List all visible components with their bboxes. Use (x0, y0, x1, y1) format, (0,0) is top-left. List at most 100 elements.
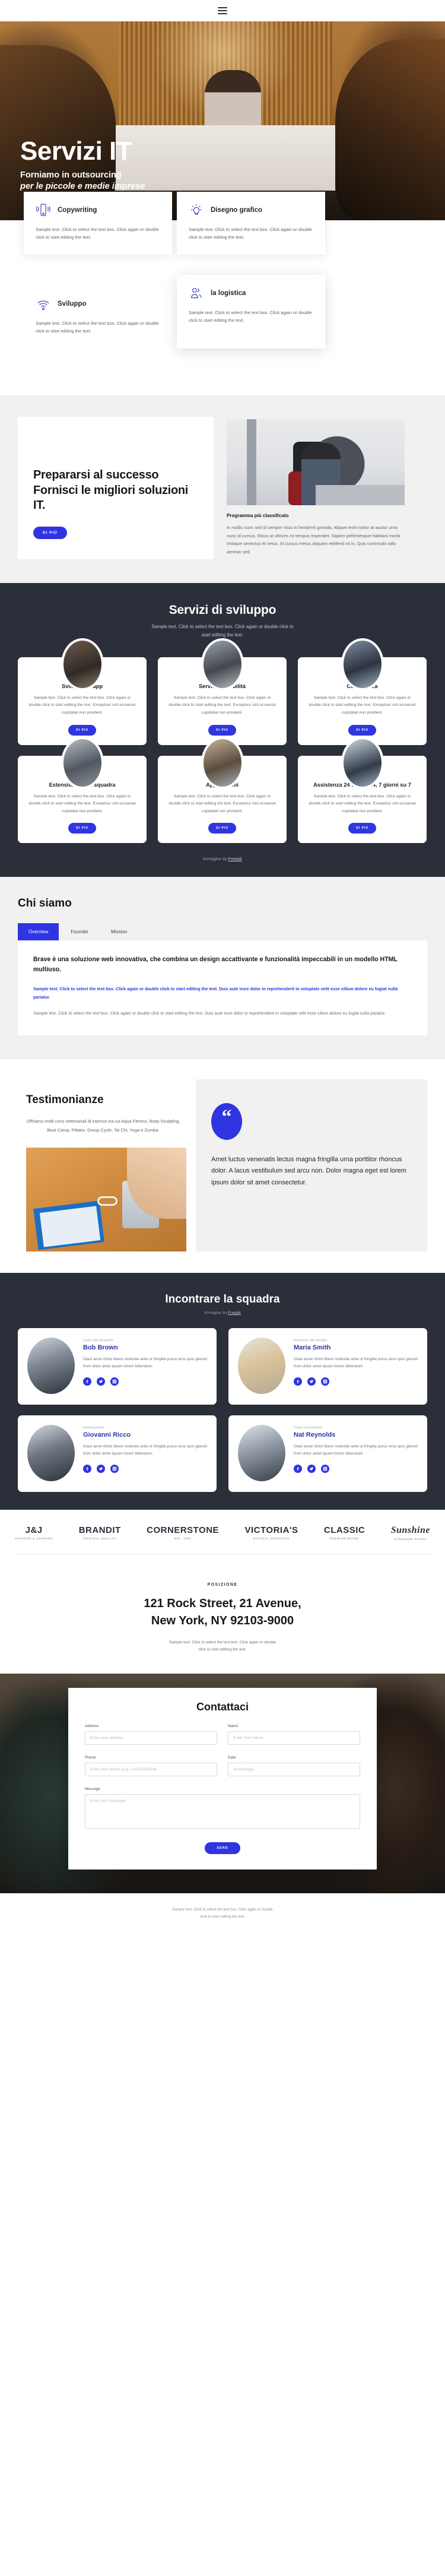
hero-subtitle-line2: per le piccole e medie imprese (20, 182, 145, 192)
instagram-icon[interactable] (321, 1464, 329, 1473)
prepare-image (227, 419, 405, 505)
contact-form-row: Phone Date (85, 1756, 360, 1777)
feature-card-title: Sviluppo (58, 300, 87, 308)
footer: Sample text. Click to select the text bo… (0, 1893, 445, 1936)
message-field[interactable] (85, 1794, 360, 1829)
contact-message-row: Message (85, 1787, 360, 1832)
navbar (0, 0, 445, 21)
people-group-icon (189, 286, 204, 301)
service-card[interactable]: Applicazioni Sample text. Click to selec… (158, 736, 287, 844)
tab-founder[interactable]: Founder (60, 923, 99, 940)
service-text: Sample text. Click to select the text bo… (309, 794, 416, 813)
date-field[interactable] (228, 1763, 360, 1777)
service-more-button[interactable]: DI PIÙ (348, 823, 376, 834)
feature-card-title: Disegno grafico (211, 207, 262, 214)
team-member-card[interactable]: Capo consulente Nat Reynolds Glavi amet … (228, 1415, 427, 1492)
service-card[interactable]: Sviluppo di app Sample text. Click to se… (18, 638, 147, 745)
service-more-button[interactable]: DI PIÙ (208, 724, 236, 736)
social-links (294, 1377, 418, 1386)
phone-field[interactable] (85, 1763, 217, 1777)
prepare-section: Prepararsi al successo Fornisci le migli… (0, 395, 445, 583)
tab-mission[interactable]: Mission (100, 923, 138, 940)
partner-logo-caption: HANDMADE GOODS (393, 1537, 427, 1541)
prepare-caption: Programma più classificato (227, 513, 289, 518)
prepare-more-button[interactable]: DI PIÙ (33, 526, 67, 539)
partner-logo-caption: ORIGINAL QUALITY (83, 1537, 117, 1541)
image-paper (39, 1206, 101, 1247)
team-member-card[interactable]: Capo del progetto Bob Brown Glavi amet r… (18, 1327, 217, 1405)
instagram-icon[interactable] (110, 1464, 119, 1473)
service-card[interactable]: Consulenza Sample text. Click to select … (298, 638, 427, 745)
service-more-button[interactable]: DI PIÙ (68, 823, 96, 834)
feature-card-la-logistica[interactable]: la logistica Sample text. Click to selec… (177, 275, 325, 348)
service-card[interactable]: Assistenza 24 ore su 24, 7 giorni su 7 S… (298, 736, 427, 844)
credit-prefix: Immagine da (204, 1310, 228, 1315)
partner-logos-row: J&J JOHNSON & JOHNSON BRANDIT ORIGINAL Q… (15, 1525, 430, 1541)
send-button[interactable]: SEND (205, 1842, 240, 1855)
image-door (247, 419, 256, 505)
facebook-icon[interactable] (294, 1377, 302, 1386)
twitter-icon[interactable] (307, 1464, 316, 1473)
facebook-icon[interactable] (83, 1464, 91, 1473)
service-card[interactable]: Estensione della squadra Sample text. Cl… (18, 736, 147, 844)
facebook-icon[interactable] (294, 1464, 302, 1473)
instagram-icon[interactable] (110, 1377, 119, 1386)
tab-overview[interactable]: Overview (18, 923, 59, 941)
team-member-role: Capo del progetto (83, 1338, 114, 1342)
name-label: Name (228, 1724, 239, 1729)
service-more-button[interactable]: DI PIÙ (208, 823, 236, 834)
hamburger-menu-icon[interactable] (218, 7, 227, 14)
team-member-role: Direttore del design (294, 1338, 328, 1342)
twitter-icon[interactable] (97, 1464, 105, 1473)
feature-card-title: Copywriting (58, 207, 97, 214)
testimonial-quote: Amet luctus venenatis lectus magna fring… (211, 1156, 406, 1186)
partner-logo-mark: BRANDIT (78, 1525, 121, 1536)
quotation-mark-icon: “ (211, 1103, 242, 1140)
twitter-icon[interactable] (307, 1377, 316, 1386)
facebook-icon[interactable] (83, 1377, 91, 1386)
service-avatar (201, 638, 244, 690)
credit-prefix: Immagine da (203, 857, 228, 862)
contact-submit-wrap: SEND (85, 1841, 360, 1855)
partner-logo-caption: PREMIUM BRAND (329, 1537, 360, 1541)
feature-card-header: Sviluppo (36, 296, 160, 312)
footer-line2: click to start editing the text. (199, 1915, 246, 1919)
phone-field-group: Phone (85, 1756, 217, 1777)
date-label: Date (228, 1756, 236, 1760)
twitter-icon[interactable] (97, 1377, 105, 1386)
lightbulb-icon (189, 202, 204, 218)
service-avatar (341, 638, 384, 690)
instagram-icon[interactable] (321, 1377, 329, 1386)
feature-card-text: Sample text. Click to select the text bo… (189, 227, 312, 240)
feature-card-copywriting[interactable]: Copywriting Sample text. Click to select… (24, 192, 172, 255)
service-avatar (61, 736, 104, 789)
feature-card-header: Copywriting (36, 202, 160, 218)
credit-link[interactable]: Freepik (228, 1311, 241, 1315)
service-card[interactable]: Servizi di mobilità Sample text. Click t… (158, 638, 287, 745)
team-member-card[interactable]: Direttore del design Maria Smith Glavi a… (228, 1327, 427, 1405)
message-label: Message (85, 1787, 100, 1792)
team-member-card[interactable]: Sviluppatore Giovanni Ricco Glavi amet r… (18, 1415, 217, 1492)
name-field[interactable] (228, 1731, 360, 1745)
service-more-button[interactable]: DI PIÙ (68, 724, 96, 736)
feature-card-title: la logistica (211, 290, 246, 297)
credit-link[interactable]: Freepik (228, 857, 242, 861)
team-member-text: Glavi amet ritnisl libero molestie ante … (83, 1357, 207, 1369)
services-subtitle: Sample text. Click to select the text bo… (151, 623, 294, 638)
team-member-body: Capo consulente Nat Reynolds Glavi amet … (294, 1425, 418, 1481)
service-more-button[interactable]: DI PIÙ (348, 724, 376, 736)
message-field-group: Message (85, 1787, 360, 1832)
address-label: Address (85, 1724, 99, 1729)
feature-card-sviluppo[interactable]: Sviluppo Sample text. Click to select th… (24, 286, 172, 348)
service-text: Sample text. Click to select the text bo… (28, 695, 136, 715)
prepare-grid: Prepararsi al successo Fornisci le migli… (18, 417, 427, 559)
team-member-text: Glavi amet ritnisl libero molestie ante … (83, 1444, 207, 1456)
feature-card-disegno-grafico[interactable]: Disegno grafico Sample text. Click to se… (177, 192, 325, 255)
prepare-text-card: Prepararsi al successo Fornisci le migli… (18, 417, 214, 559)
partner-logo-caption: EST. 1985 (174, 1537, 192, 1541)
team-member-text: Glavi amet ritnisl libero molestie ante … (294, 1444, 418, 1456)
prepare-heading: Prepararsi al successo Fornisci le migli… (33, 468, 189, 512)
mobile-vibration-icon (36, 202, 51, 218)
address-field[interactable] (85, 1731, 217, 1745)
team-member-body: Sviluppatore Giovanni Ricco Glavi amet r… (83, 1425, 207, 1481)
